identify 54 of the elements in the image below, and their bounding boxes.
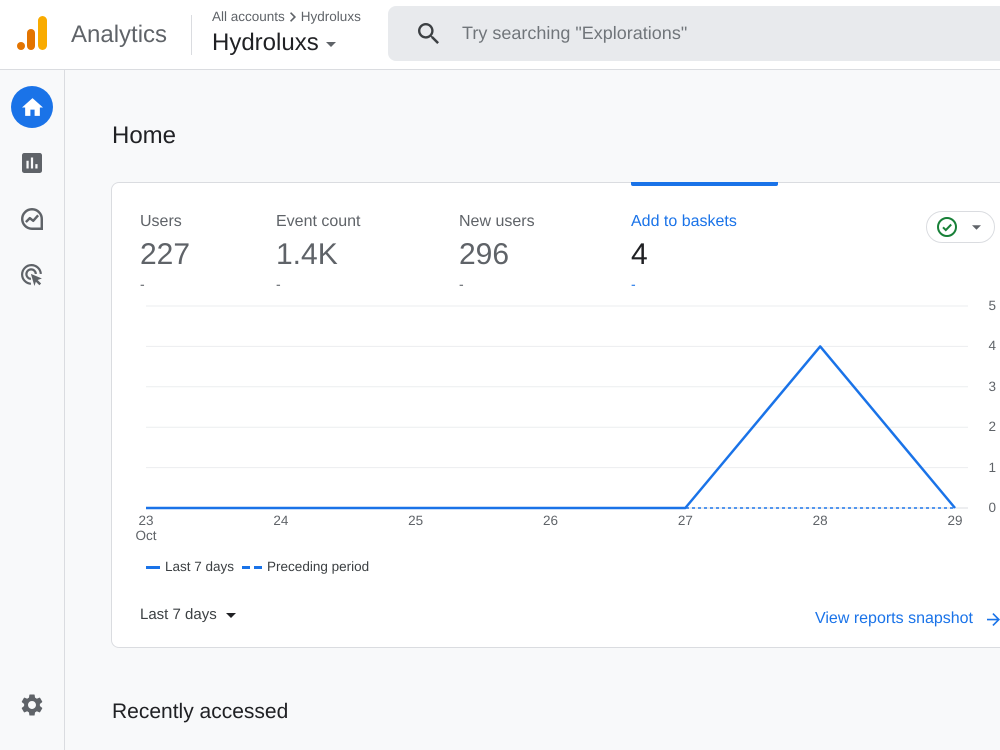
y-axis-label: 5: [987, 298, 996, 314]
metric-value: 4: [631, 237, 648, 273]
search-field[interactable]: Try searching "Explorations": [388, 6, 1000, 61]
section-title: Recently accessed: [112, 699, 288, 725]
breadcrumb-link[interactable]: All accounts: [212, 8, 285, 26]
caret-icon: [972, 224, 981, 230]
breadcrumb-link[interactable]: Hydroluxs: [300, 8, 361, 26]
settings-icon: [21, 694, 43, 716]
x-axis-label: 24: [272, 513, 290, 528]
y-axis-label: 3: [987, 378, 996, 395]
metric-change: -: [140, 276, 145, 292]
metric-change: -: [459, 276, 464, 292]
caret-icon: [326, 42, 336, 47]
date-range-dropdown[interactable]: Last 7 days: [140, 605, 236, 625]
app-name: Analytics: [71, 20, 168, 50]
metric-tab[interactable]: Add to baskets 4 -: [631, 182, 778, 292]
home-icon: [22, 98, 42, 116]
x-axis-label: 23 Oct: [134, 513, 158, 543]
legend-label: Preceding period: [267, 559, 370, 575]
target-cursor-icon: [21, 264, 43, 286]
metric-label: Add to baskets: [631, 212, 737, 232]
metric-value: 296: [459, 237, 510, 273]
metric-label: New users: [459, 212, 535, 232]
metric-value: 1.4K: [276, 237, 338, 273]
legend-label: Last 7 days: [165, 559, 234, 575]
metric-label: Users: [140, 212, 182, 232]
sidebar-item[interactable]: [11, 86, 53, 128]
bar-logo-icon: [17, 16, 47, 50]
metric-tab[interactable]: Event count 1.4K -: [276, 182, 459, 292]
x-axis-label: 27: [676, 513, 694, 528]
metric-change: -: [631, 276, 636, 292]
y-axis-label: 4: [987, 338, 996, 354]
view-reports-link[interactable]: View reports snapshot: [814, 609, 1000, 629]
check-circle-icon: [937, 217, 957, 237]
caret-icon: [226, 612, 236, 618]
metric-tab[interactable]: New users 296 -: [459, 182, 631, 292]
status-dropdown[interactable]: [926, 211, 995, 243]
property-selector[interactable]: Hydroluxs: [212, 28, 336, 58]
x-axis-label: 28: [812, 513, 829, 528]
metric-label: Event count: [276, 212, 360, 232]
metric-change: -: [276, 276, 281, 292]
x-axis-label: 25: [407, 513, 424, 528]
x-axis-label: 26: [542, 513, 560, 528]
metric-value: 227: [140, 237, 190, 273]
x-axis-label: 29: [946, 513, 964, 528]
search-icon: [418, 23, 439, 44]
page-title: Home: [112, 121, 176, 151]
arrow-right-icon: [987, 612, 1000, 626]
y-axis-label: 0: [987, 500, 996, 516]
metric-tab[interactable]: Users 227 -: [140, 182, 276, 292]
y-axis-label: 1: [987, 460, 996, 476]
bar-chart-icon: [22, 153, 42, 173]
y-axis-label: 2: [987, 419, 996, 436]
chevron-right-icon: [290, 12, 296, 22]
